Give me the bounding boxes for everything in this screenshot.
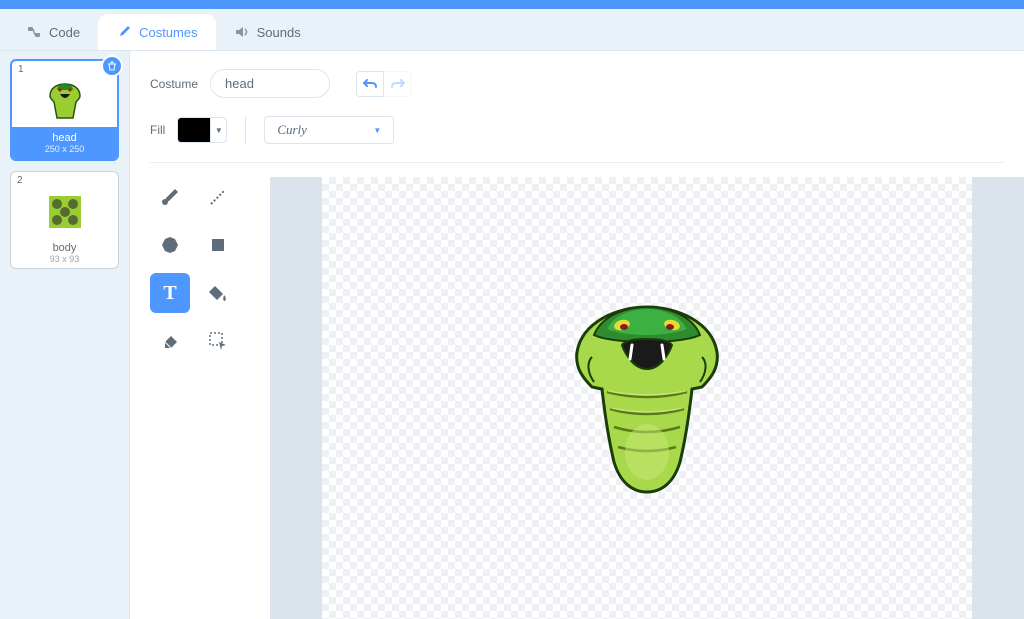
fill-swatch xyxy=(178,118,210,142)
tool-text[interactable]: T xyxy=(150,273,190,313)
chevron-down-icon: ▼ xyxy=(373,126,381,135)
canvas-wrapper xyxy=(270,177,1024,619)
costume-thumbnail xyxy=(39,77,91,125)
costume-number: 1 xyxy=(18,64,24,75)
costume-field-label: Costume xyxy=(150,77,198,91)
top-window-bar xyxy=(0,0,1024,9)
tool-palette: T xyxy=(130,177,270,619)
costume-number: 2 xyxy=(17,175,23,186)
header-row-fill: Fill ▼ Curly ▼ xyxy=(150,116,1004,144)
editor-panel: Costume Fill ▼ xyxy=(130,51,1024,619)
redo-button[interactable] xyxy=(384,71,412,97)
sprite-graphic[interactable] xyxy=(552,297,742,502)
trash-icon xyxy=(107,61,117,71)
canvas[interactable] xyxy=(322,177,972,619)
tool-fill[interactable] xyxy=(198,273,238,313)
tab-sounds[interactable]: Sounds xyxy=(216,14,319,50)
delete-costume-button[interactable] xyxy=(101,55,123,77)
editor-body: T xyxy=(130,163,1024,619)
tab-sounds-label: Sounds xyxy=(257,25,301,40)
fill-dropdown-caret: ▼ xyxy=(210,118,226,142)
fill-color-control[interactable]: ▼ xyxy=(177,117,227,143)
redo-icon xyxy=(391,78,405,90)
tab-code-label: Code xyxy=(49,25,80,40)
tool-line[interactable] xyxy=(198,177,238,217)
square-icon xyxy=(207,234,229,256)
font-name-label: Curly xyxy=(277,122,307,138)
costume-item-head[interactable]: 1 head 250 x 250 xyxy=(10,59,119,161)
toolbar-divider xyxy=(245,116,246,144)
tab-costumes-label: Costumes xyxy=(139,25,198,40)
brush-icon xyxy=(159,186,181,208)
fill-label: Fill xyxy=(150,123,165,137)
costume-name-text: body xyxy=(15,242,114,254)
undo-button[interactable] xyxy=(356,71,384,97)
circle-icon xyxy=(159,234,181,256)
tool-brush[interactable] xyxy=(150,177,190,217)
fill-bucket-icon xyxy=(207,282,229,304)
editor-header: Costume Fill ▼ xyxy=(130,51,1024,156)
eraser-icon xyxy=(159,330,181,352)
costume-dims-text: 250 x 250 xyxy=(12,144,117,154)
costume-dims-text: 93 x 93 xyxy=(15,254,114,264)
tab-code[interactable]: Code xyxy=(8,14,98,50)
sound-icon xyxy=(234,24,250,40)
font-select[interactable]: Curly ▼ xyxy=(264,116,394,144)
costume-thumbnail xyxy=(39,188,91,236)
undo-icon xyxy=(363,78,377,90)
tool-eraser[interactable] xyxy=(150,321,190,361)
costume-item-body[interactable]: 2 body 93 x 93 xyxy=(10,171,119,269)
costume-name-input[interactable] xyxy=(210,69,330,98)
tool-square[interactable] xyxy=(198,225,238,265)
tool-circle[interactable] xyxy=(150,225,190,265)
tab-costumes[interactable]: Costumes xyxy=(98,14,216,50)
paintbrush-icon xyxy=(116,24,132,40)
text-icon: T xyxy=(163,282,176,305)
costume-label: head 250 x 250 xyxy=(12,127,117,159)
tool-select[interactable] xyxy=(198,321,238,361)
line-icon xyxy=(207,186,229,208)
main-area: 1 head 250 x 250 2 xyxy=(0,51,1024,619)
costume-name-text: head xyxy=(12,132,117,144)
costume-label: body 93 x 93 xyxy=(15,238,114,264)
tabs-row: Code Costumes Sounds xyxy=(0,9,1024,51)
header-row-name: Costume xyxy=(150,69,1004,98)
undo-redo-group xyxy=(356,71,412,97)
costume-list: 1 head 250 x 250 2 xyxy=(0,51,130,619)
select-icon xyxy=(207,330,229,352)
code-icon xyxy=(26,24,42,40)
